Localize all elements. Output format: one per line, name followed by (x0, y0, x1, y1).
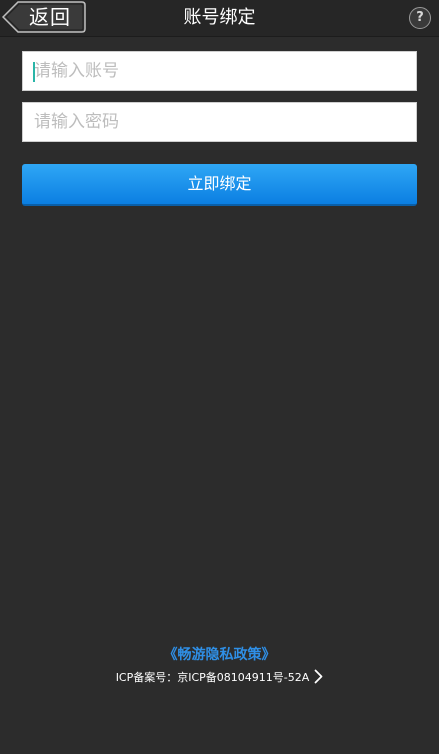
header-bar: 返回 账号绑定 ? (0, 0, 439, 37)
chevron-right-icon (314, 669, 323, 684)
text-caret (33, 62, 35, 82)
bind-now-button[interactable]: 立即绑定 (22, 164, 417, 206)
privacy-policy-link[interactable]: 《畅游隐私政策》 (0, 645, 439, 665)
password-input[interactable] (23, 103, 416, 141)
back-button-label: 返回 (29, 5, 71, 29)
account-input[interactable] (23, 52, 416, 90)
icp-record-text: ICP备案号：京ICP备08104911号-52A (115, 671, 310, 684)
back-button[interactable]: 返回 (2, 1, 86, 33)
help-icon[interactable]: ? (409, 7, 431, 29)
icp-record-row[interactable]: ICP备案号：京ICP备08104911号-52A (0, 666, 439, 686)
icp-record-link[interactable]: ICP备案号：京ICP备08104911号-52A (116, 666, 324, 688)
app-screen: 返回 账号绑定 ? 立即绑定 《畅游隐私政策》 ICP备案号：京ICP备0810… (0, 0, 439, 754)
password-field[interactable] (22, 102, 417, 142)
account-field[interactable] (22, 51, 417, 91)
